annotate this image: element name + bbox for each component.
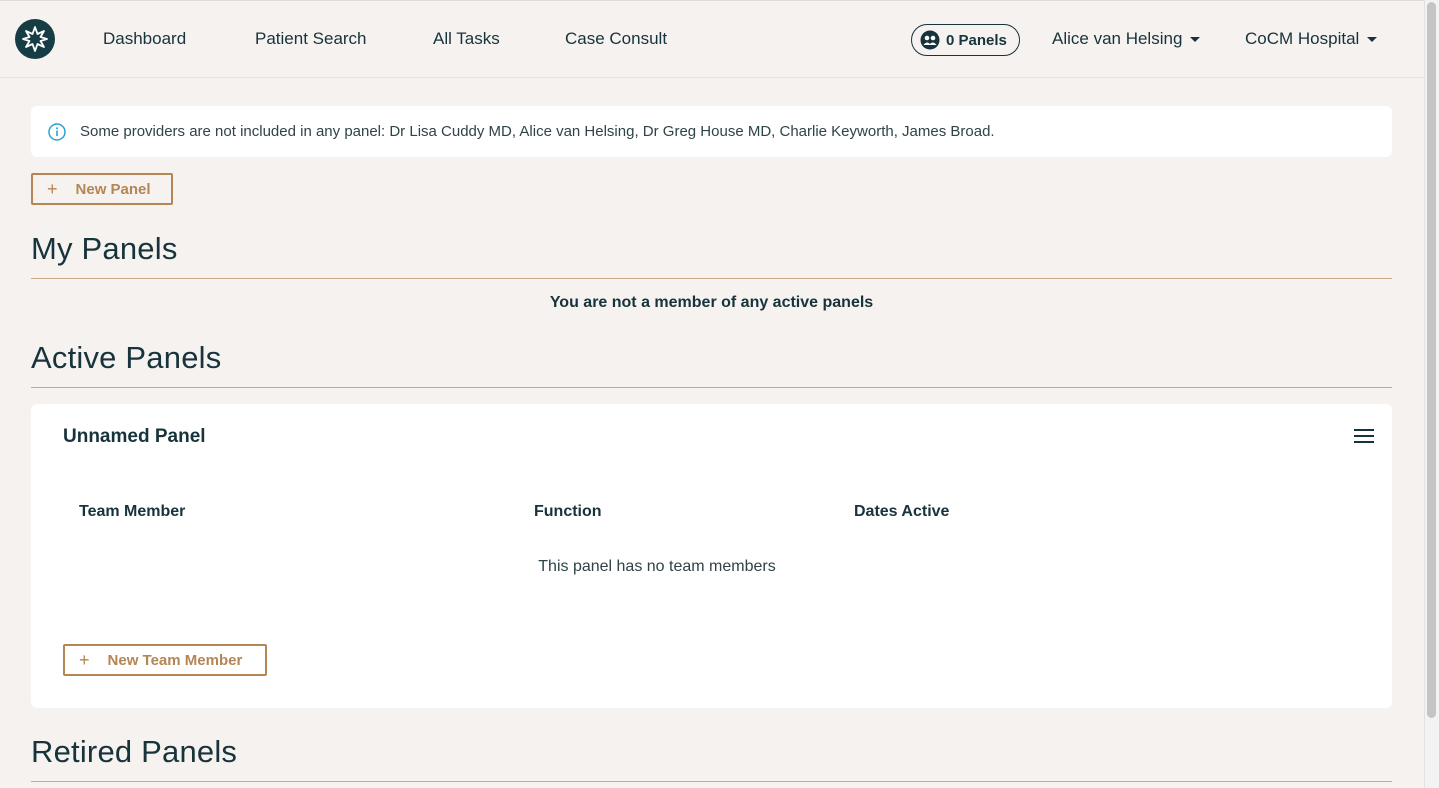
my-panels-empty-message: You are not a member of any active panel… <box>549 294 874 311</box>
panel-empty-message: This panel has no team members <box>538 558 776 575</box>
info-icon <box>48 122 66 141</box>
active-panels-divider <box>31 387 1392 388</box>
info-alert: Some providers are not included in any p… <box>31 106 1392 157</box>
column-header-dates-active: Dates Active <box>854 503 950 520</box>
new-team-member-button[interactable]: + New Team Member <box>63 644 267 676</box>
nav-all-tasks-link[interactable]: All Tasks <box>433 29 500 49</box>
user-menu-label: Alice van Helsing <box>1052 29 1183 48</box>
column-header-team-member: Team Member <box>79 503 186 520</box>
my-panels-divider <box>31 278 1392 279</box>
caret-down-icon <box>1367 36 1378 42</box>
nav-case-consult-link[interactable]: Case Consult <box>565 29 667 49</box>
info-alert-text: Some providers are not included in any p… <box>80 123 995 140</box>
app-logo-icon[interactable] <box>15 19 55 59</box>
nav-dashboard-link[interactable]: Dashboard <box>103 29 186 49</box>
caret-down-icon <box>1190 36 1201 42</box>
hamburger-menu-icon[interactable] <box>1354 429 1374 445</box>
my-panels-heading: My Panels <box>31 231 178 266</box>
org-menu-label: CoCM Hospital <box>1245 29 1360 48</box>
team-icon <box>920 30 940 50</box>
retired-panels-divider <box>31 781 1392 782</box>
plus-icon: + <box>47 178 58 199</box>
panel-name: Unnamed Panel <box>63 426 206 447</box>
panels-count-label: 0 Panels <box>946 31 1007 49</box>
retired-panels-heading: Retired Panels <box>31 734 238 769</box>
org-menu-dropdown[interactable]: CoCM Hospital <box>1245 29 1378 49</box>
plus-icon: + <box>79 649 90 670</box>
user-menu-dropdown[interactable]: Alice van Helsing <box>1052 29 1201 49</box>
nav-patient-search-link[interactable]: Patient Search <box>255 29 367 49</box>
scrollbar-thumb[interactable] <box>1427 2 1436 718</box>
panels-count-button[interactable]: 0 Panels <box>911 24 1020 56</box>
panel-card: Unnamed Panel Team Member Function Dates… <box>31 404 1392 708</box>
new-panel-button[interactable]: + New Panel <box>31 173 173 205</box>
new-team-member-label: New Team Member <box>107 651 243 669</box>
new-panel-label: New Panel <box>75 180 151 198</box>
top-navbar: Dashboard Patient Search All Tasks Case … <box>0 0 1424 78</box>
active-panels-heading: Active Panels <box>31 340 222 375</box>
column-header-function: Function <box>534 503 602 520</box>
